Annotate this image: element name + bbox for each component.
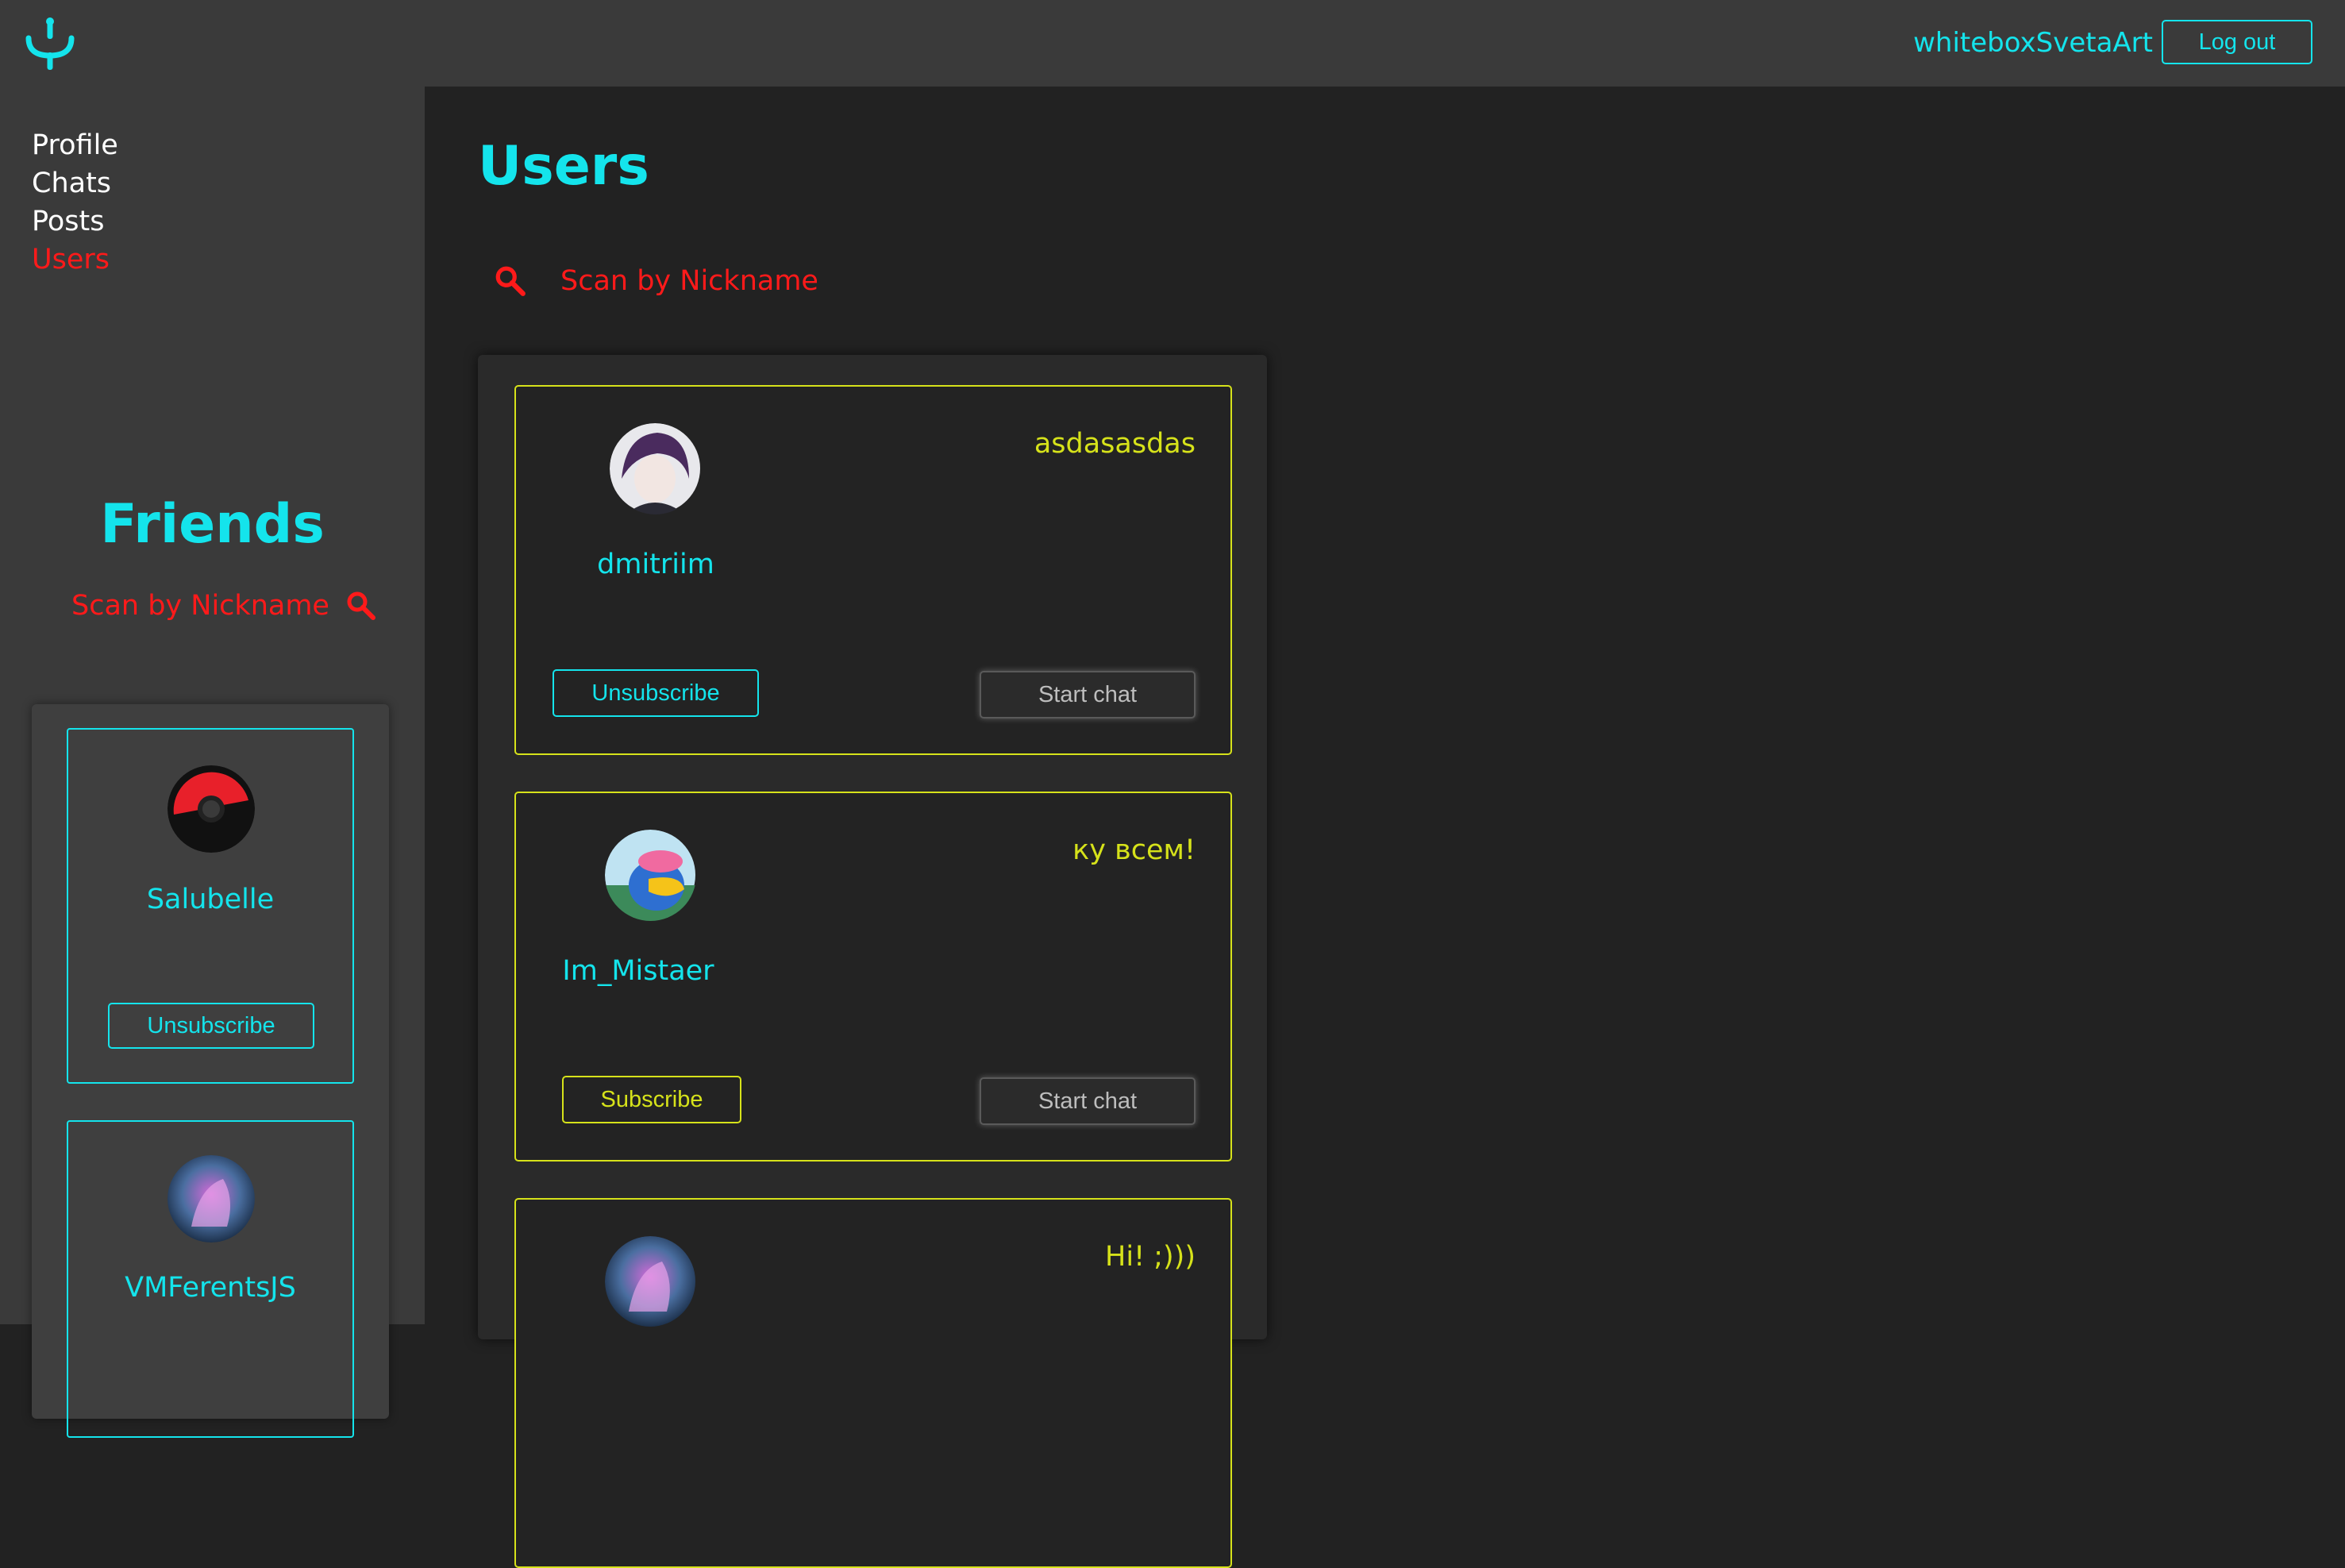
user-status: asdasasdas [1034, 428, 1196, 460]
space-unicorn-avatar[interactable] [168, 1155, 255, 1242]
page-title: Users [478, 135, 649, 198]
sidebar: Profile Chats Posts Users Friends Scan b… [0, 87, 425, 1438]
start-chat-button[interactable]: Start chat [980, 671, 1196, 719]
pokeball-avatar[interactable] [168, 765, 255, 853]
friend-name[interactable]: VMFerentsJS [68, 1269, 352, 1307]
logout-button[interactable]: Log out [2162, 20, 2312, 64]
user-card: Im_Mistaer ку всем! Subscribe Start chat [514, 792, 1232, 1162]
user-card: dmitriim asdasasdas Unsubscribe Start ch… [514, 385, 1232, 755]
top-header: whiteboxSvetaArt Log out [0, 0, 2345, 87]
cartoon-bird-avatar[interactable] [605, 830, 696, 921]
user-nickname[interactable]: dmitriim [537, 545, 775, 584]
users-search-input[interactable]: Scan by Nickname [560, 262, 818, 300]
friend-name[interactable]: Salubelle [68, 880, 352, 919]
search-icon[interactable] [345, 590, 377, 622]
user-nickname[interactable]: Im_Mistaer [519, 952, 757, 990]
friends-heading: Friends [100, 493, 325, 556]
unsubscribe-button[interactable]: Unsubscribe [108, 1003, 314, 1049]
friends-search-input[interactable]: Scan by Nickname [71, 587, 329, 625]
nav-item-chats[interactable]: Chats [32, 164, 118, 202]
sidebar-nav: Profile Chats Posts Users [32, 126, 118, 279]
user-card: Hi! ;))) [514, 1198, 1232, 1568]
nav-item-profile[interactable]: Profile [32, 126, 118, 164]
users-list: dmitriim asdasasdas Unsubscribe Start ch… [478, 355, 1267, 1568]
friends-search[interactable]: Scan by Nickname [71, 587, 377, 625]
subscribe-button[interactable]: Subscribe [562, 1076, 741, 1123]
users-search[interactable]: Scan by Nickname [494, 262, 818, 300]
anime-girl-avatar[interactable] [610, 423, 701, 514]
friend-card: VMFerentsJS [67, 1120, 354, 1438]
friends-list: Salubelle Unsubscribe VMFerentsJS [32, 704, 389, 1438]
current-username[interactable]: whiteboxSvetaArt [1913, 24, 2153, 62]
search-icon[interactable] [494, 264, 527, 298]
fork-logo-icon[interactable] [24, 16, 76, 70]
unsubscribe-button[interactable]: Unsubscribe [553, 669, 759, 717]
start-chat-button[interactable]: Start chat [980, 1077, 1196, 1125]
nav-item-users[interactable]: Users [32, 241, 118, 279]
friend-card: Salubelle Unsubscribe [67, 728, 354, 1084]
user-status: Hi! ;))) [1105, 1241, 1196, 1273]
space-unicorn-avatar[interactable] [605, 1236, 696, 1327]
user-status: ку всем! [1072, 834, 1196, 866]
nav-item-posts[interactable]: Posts [32, 202, 118, 241]
